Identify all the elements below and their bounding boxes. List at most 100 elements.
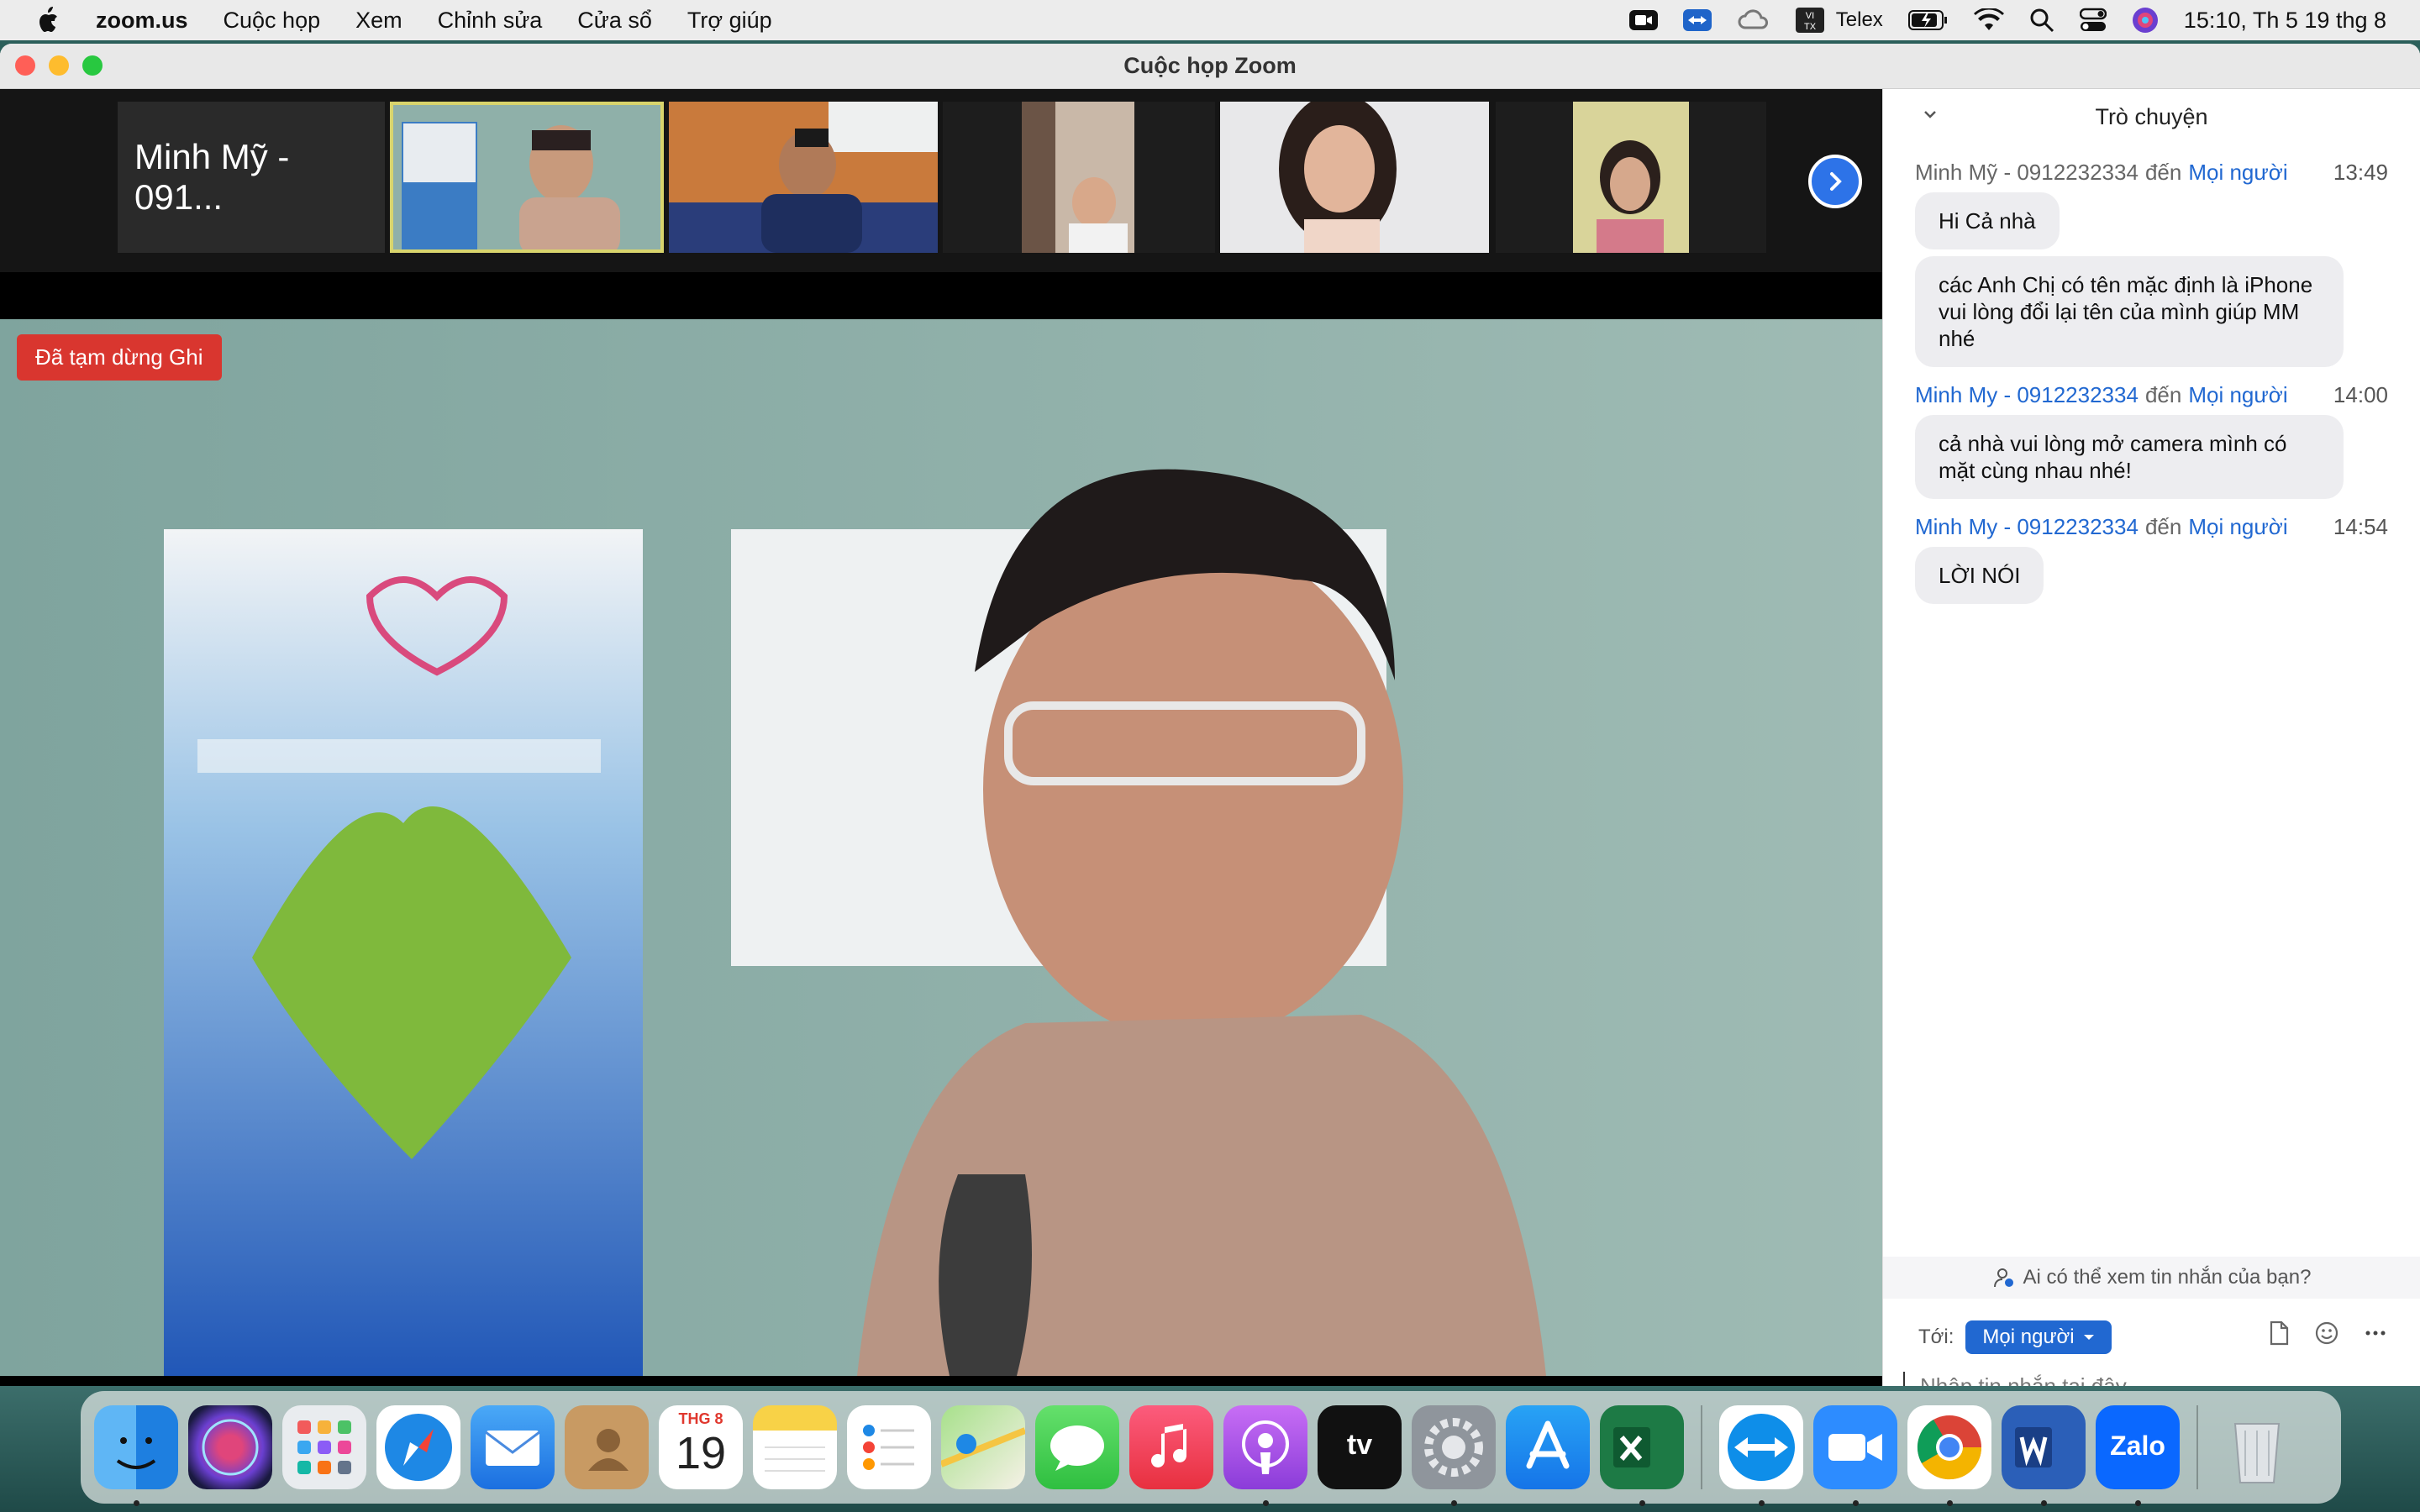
dock-system-preferences[interactable] [1412,1405,1496,1506]
dock-zoom[interactable] [1813,1405,1897,1506]
participant-video-4 [1220,102,1489,253]
privacy-text: Ai có thể xem tin nhắn của bạn? [2023,1266,2312,1289]
dock-mail[interactable] [471,1405,555,1489]
menubar-clock[interactable]: 15:10, Th 5 19 thg 8 [2184,8,2386,34]
spotlight-search-icon[interactable] [2029,8,2054,33]
dropdown-caret-icon [2083,1335,2094,1340]
podcasts-icon [1242,1420,1289,1474]
chat-input-placeholder: Nhập tin nhắn tại đây... [1920,1373,2144,1387]
dock-zalo[interactable]: Zalo [2096,1405,2180,1506]
message-to-word: đến [2144,514,2182,539]
participant-tile-speaker[interactable] [390,102,664,253]
dock-notes[interactable] [753,1405,837,1489]
message-bubble[interactable]: Hi Cả nhà [1915,192,2060,249]
minimize-window-button[interactable] [49,55,69,76]
dock-app-store[interactable] [1506,1405,1590,1489]
chat-message-list: Minh Mỹ - 0912232334 đến Mọi người 13:49… [1883,160,2420,604]
message-recipient[interactable]: Mọi người [2188,160,2287,186]
zoom-status-icon[interactable] [1628,8,1658,33]
message-bubble[interactable]: LỜI NÓI [1915,547,2044,604]
message-to-word: đến [2144,382,2182,407]
dock-apple-tv[interactable]: tv [1318,1405,1402,1489]
zoom-window-button[interactable] [82,55,103,76]
dock-excel[interactable] [1600,1405,1684,1506]
chat-tools [2267,1320,2388,1346]
dock-safari[interactable] [376,1405,460,1489]
creative-cloud-icon[interactable] [1737,8,1770,33]
message-bubble[interactable]: cả nhà vui lòng mở camera mình có mặt cù… [1915,415,2344,499]
wifi-icon[interactable] [1973,8,2004,32]
chrome-icon [1917,1415,1982,1480]
active-speaker-video[interactable] [0,319,1882,1376]
participant-name: Minh Mỹ - 091... [134,137,290,217]
menu-meeting[interactable]: Cuộc họp [224,8,321,34]
dock-podcasts[interactable] [1223,1405,1307,1506]
dock-calendar[interactable]: THG 8 19 [659,1405,743,1489]
vietnamese-input-icon[interactable]: VITX [1795,8,1824,33]
participant-tile-3[interactable] [943,102,1215,253]
gear-icon [1424,1418,1483,1477]
message-sender[interactable]: Minh My - 0912232334 [1915,382,2139,408]
message-sender[interactable]: Minh My - 0912232334 [1915,514,2139,540]
message-to-word: đến [2144,160,2182,185]
speaker-video-frame [0,319,1882,1376]
dock-launchpad[interactable] [282,1405,366,1489]
svg-text:VI: VI [1806,11,1814,21]
recipient-dropdown[interactable]: Mọi người [1965,1320,2112,1354]
battery-icon[interactable] [1907,9,1949,31]
chat-panel: Trò chuyện Minh Mỹ - 0912232334 đến Mọi … [1882,89,2420,1386]
participant-tile-5[interactable] [1496,102,1766,253]
safari-compass-icon [385,1414,452,1481]
menu-app-name[interactable]: zoom.us [96,8,188,34]
dock-reminders[interactable] [847,1405,931,1489]
dock-word[interactable] [2002,1405,2086,1506]
siri-icon[interactable] [2132,7,2159,34]
dock-messages[interactable] [1035,1405,1119,1489]
menu-window[interactable]: Cửa sổ [577,8,652,34]
dock-finder[interactable] [94,1405,178,1506]
message-recipient[interactable]: Mọi người [2188,382,2287,408]
dock-teamviewer[interactable] [1719,1405,1803,1506]
svg-text:TX: TX [1804,22,1817,32]
dock-trash[interactable] [2215,1405,2299,1489]
participant-tile-4[interactable] [1220,102,1489,253]
dock: THG 8 19 tv Zalo [81,1391,2341,1506]
control-center-icon[interactable] [2079,8,2107,33]
apple-menu-icon[interactable] [35,5,64,35]
recording-paused-badge[interactable]: Đã tạm dừng Ghi [17,334,222,381]
message-meta: Minh My - 0912232334 đến Mọi người 14:54 [1915,514,2388,540]
dock-chrome[interactable] [1907,1405,1991,1506]
message-time: 14:00 [2333,382,2388,407]
dock-siri[interactable] [188,1405,272,1489]
person-privacy-icon [1993,1268,2013,1288]
participant-tile-name-only[interactable]: Minh Mỹ - 091... [118,102,385,253]
message-sender[interactable]: Minh Mỹ - 0912232334 [1915,160,2139,186]
emoji-icon[interactable] [2314,1320,2339,1346]
teamviewer-status-icon[interactable] [1682,8,1712,33]
message-recipient[interactable]: Mọi người [2188,514,2287,540]
message-meta: Minh My - 0912232334 đến Mọi người 14:00 [1915,382,2388,408]
menu-help[interactable]: Trợ giúp [687,8,772,34]
close-window-button[interactable] [15,55,35,76]
dock-music[interactable] [1129,1405,1213,1489]
input-method-label[interactable]: Telex [1836,8,1883,32]
chevron-down-icon[interactable] [1922,106,1939,123]
text-cursor [1903,1372,1905,1386]
next-participants-button[interactable] [1808,155,1862,208]
running-indicator [1639,1500,1645,1506]
message-privacy-link[interactable]: Ai có thể xem tin nhắn của bạn? [1883,1257,2420,1299]
menu-edit[interactable]: Chỉnh sửa [438,8,543,34]
message-bubble[interactable]: các Anh Chị có tên mặc định là iPhone vu… [1915,256,2344,367]
to-label: Tới: [1918,1326,1954,1348]
calendar-month: THG 8 [678,1410,723,1427]
dock-contacts[interactable] [565,1405,649,1489]
message-time: 14:54 [2333,514,2388,539]
more-options-icon[interactable] [2363,1320,2388,1346]
appletv-label: tv [1346,1429,1373,1461]
file-attach-icon[interactable] [2267,1320,2291,1346]
mail-envelope-icon [485,1431,540,1466]
dock-maps[interactable] [939,1405,1027,1489]
menu-view[interactable]: Xem [355,8,402,34]
chat-message-input[interactable]: Nhập tin nhắn tại đây... [1903,1368,2399,1386]
participant-tile-2[interactable] [669,102,938,253]
